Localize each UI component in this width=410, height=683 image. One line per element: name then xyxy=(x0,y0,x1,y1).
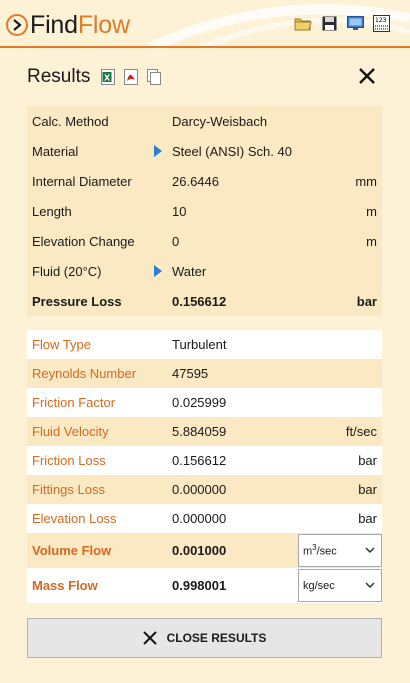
row-reynolds-number: Reynolds Number 47595 xyxy=(27,359,382,388)
row-flow-type: Flow Type Turbulent xyxy=(27,330,382,359)
expand-arrow-icon[interactable] xyxy=(154,145,162,157)
svg-text:123: 123 xyxy=(375,17,387,24)
row-label: Fluid (20°C) xyxy=(32,263,102,279)
row-unit: bar xyxy=(358,511,377,526)
row-friction-loss: Friction Loss 0.156612 bar xyxy=(27,446,382,475)
row-internal-diameter: Internal Diameter 26.6446 mm xyxy=(27,166,382,196)
row-value: Water xyxy=(172,263,207,279)
row-value: 5.884059 xyxy=(172,424,227,439)
row-label: Internal Diameter xyxy=(32,173,132,189)
row-label: Fluid Velocity xyxy=(32,424,109,439)
row-fittings-loss: Fittings Loss 0.000000 bar xyxy=(27,475,382,504)
app-logo: FindFlow xyxy=(6,10,130,40)
row-unit: bar xyxy=(358,453,377,468)
row-label: Pressure Loss xyxy=(32,293,122,309)
row-label: Reynolds Number xyxy=(32,366,137,381)
row-unit: ft/sec xyxy=(345,424,377,439)
row-label: Length xyxy=(32,203,72,219)
row-label: Calc. Method xyxy=(32,113,109,129)
row-value: 0.025999 xyxy=(172,395,227,410)
row-calc-method: Calc. Method Darcy-Weisbach xyxy=(27,106,382,136)
results-title: Results xyxy=(27,66,91,87)
chevron-down-icon xyxy=(365,547,375,554)
row-label: Friction Loss xyxy=(32,453,106,468)
row-fluid[interactable]: Fluid (20°C) Water xyxy=(27,256,382,286)
row-unit: mm xyxy=(355,173,377,189)
pdf-icon[interactable] xyxy=(124,69,138,85)
row-value: 10 xyxy=(172,203,187,219)
screen-capture-icon[interactable] xyxy=(346,14,364,32)
row-label: Fittings Loss xyxy=(32,482,105,497)
row-label: Elevation Change xyxy=(32,233,135,249)
inputs-table: Calc. Method Darcy-Weisbach Material Ste… xyxy=(27,106,382,316)
expand-arrow-icon[interactable] xyxy=(154,265,162,277)
row-unit: bar xyxy=(358,482,377,497)
close-icon xyxy=(142,631,157,645)
row-pressure-loss: Pressure Loss 0.156612 bar xyxy=(27,286,382,316)
row-value: Steel (ANSI) Sch. 40 xyxy=(172,143,292,159)
row-unit: bar xyxy=(356,293,377,309)
row-label: Mass Flow xyxy=(32,578,98,593)
open-folder-icon[interactable] xyxy=(294,14,312,32)
row-volume-flow: Volume Flow 0.001000 m3/sec xyxy=(27,533,382,568)
calculator-icon[interactable]: 123 xyxy=(372,14,390,32)
excel-icon[interactable]: X xyxy=(101,69,115,85)
row-material[interactable]: Material Steel (ANSI) Sch. 40 xyxy=(27,136,382,166)
volume-flow-unit-select[interactable]: m3/sec xyxy=(298,534,382,567)
row-mass-flow: Mass Flow 0.998001 kg/sec xyxy=(27,568,382,603)
copy-icon[interactable] xyxy=(147,69,161,85)
mass-flow-unit-select[interactable]: kg/sec xyxy=(298,569,382,602)
save-icon[interactable] xyxy=(320,14,338,32)
row-elevation-loss: Elevation Loss 0.000000 bar xyxy=(27,504,382,533)
row-value: 0.000000 xyxy=(172,482,227,497)
row-unit: m xyxy=(366,233,377,249)
row-value: 47595 xyxy=(172,366,209,381)
row-length: Length 10 m xyxy=(27,196,382,226)
close-results-label: CLOSE RESULTS xyxy=(166,631,267,645)
outputs-table: Flow Type Turbulent Reynolds Number 4759… xyxy=(27,330,382,603)
selected-unit: m3/sec xyxy=(303,543,337,558)
chevron-down-icon xyxy=(365,582,375,589)
row-value: 0.156612 xyxy=(172,293,227,309)
close-icon[interactable] xyxy=(356,65,378,87)
row-friction-factor: Friction Factor 0.025999 xyxy=(27,388,382,417)
selected-unit: kg/sec xyxy=(303,579,335,592)
row-label: Volume Flow xyxy=(32,543,112,558)
app-name-part2: Flow xyxy=(77,10,130,39)
row-label: Material xyxy=(32,143,79,159)
row-unit: m xyxy=(366,203,377,219)
row-elevation-change: Elevation Change 0 m xyxy=(27,226,382,256)
logo-play-icon xyxy=(6,14,28,36)
row-value: 0 xyxy=(172,233,180,249)
row-value: 0.000000 xyxy=(172,511,227,526)
app-name-part1: Find xyxy=(30,10,78,39)
row-value: Turbulent xyxy=(172,337,227,352)
row-value: 0.998001 xyxy=(172,578,227,593)
row-value: 0.001000 xyxy=(172,543,227,558)
row-value: 26.6446 xyxy=(172,173,219,189)
close-results-button[interactable]: CLOSE RESULTS xyxy=(27,618,382,658)
app-header: FindFlow 123 xyxy=(0,0,410,48)
svg-text:X: X xyxy=(104,74,111,83)
row-fluid-velocity: Fluid Velocity 5.884059 ft/sec xyxy=(27,417,382,446)
row-label: Friction Factor xyxy=(32,395,116,410)
row-value: 0.156612 xyxy=(172,453,227,468)
row-label: Elevation Loss xyxy=(32,511,117,526)
row-value: Darcy-Weisbach xyxy=(172,113,268,129)
results-title-bar: Results X xyxy=(0,62,410,92)
row-label: Flow Type xyxy=(32,337,92,352)
